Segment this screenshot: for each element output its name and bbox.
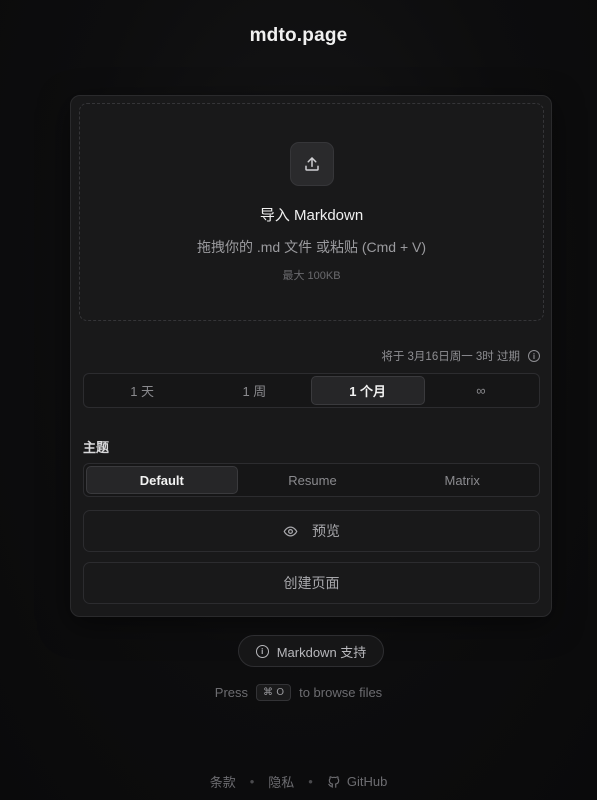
github-label: GitHub — [346, 774, 388, 789]
markdown-dropzone[interactable]: 导入 Markdown 拖拽你的 .md 文件 或粘贴 (Cmd + V) 最大… — [79, 103, 544, 321]
main-card: 导入 Markdown 拖拽你的 .md 文件 或粘贴 (Cmd + V) 最大… — [70, 95, 552, 617]
markdown-support-button[interactable]: i Markdown 支持 — [238, 635, 384, 667]
markdown-support-label: Markdown 支持 — [276, 644, 367, 660]
create-page-label: 创建页面 — [283, 575, 340, 591]
keyboard-shortcut: ⌘ O — [256, 684, 292, 701]
expiry-option-1-week[interactable]: 1 周 — [198, 376, 310, 405]
footer-separator: • — [308, 774, 313, 789]
footer-separator: • — [249, 774, 255, 789]
upload-icon — [304, 157, 319, 171]
footer: 条款 • 隐私 • GitHub — [0, 772, 597, 791]
theme-option-resume[interactable]: Resume — [238, 466, 388, 494]
preview-button[interactable]: 预览 — [83, 510, 540, 552]
dropzone-title: 导入 Markdown — [259, 207, 364, 224]
expiry-option-forever[interactable]: ∞ — [425, 376, 537, 405]
browse-hint: Press ⌘ O to browse files — [0, 684, 597, 701]
info-icon[interactable]: i — [528, 350, 540, 362]
expiry-option-1-day[interactable]: 1 天 — [86, 376, 198, 405]
dropzone-hint: 拖拽你的 .md 文件 或粘贴 (Cmd + V) — [196, 239, 427, 255]
github-link[interactable]: GitHub — [327, 774, 387, 789]
info-icon: i — [255, 644, 269, 658]
theme-option-matrix[interactable]: Matrix — [387, 466, 537, 494]
theme-label: 主题 — [83, 440, 110, 455]
expiry-selector: 1 天 1 周 1 个月 ∞ — [83, 373, 540, 408]
expiry-note: 将于 3月16日周一 3时 过期 i — [381, 348, 540, 364]
dropzone-size-limit: 最大 100KB — [282, 270, 341, 282]
expiry-note-text: 将于 3月16日周一 3时 过期 — [381, 351, 520, 363]
theme-selector: Default Resume Matrix — [83, 463, 540, 497]
browse-hint-prefix: Press — [214, 685, 249, 700]
privacy-link[interactable]: 隐私 — [268, 772, 294, 791]
terms-link[interactable]: 条款 — [210, 772, 236, 791]
expiry-option-1-month[interactable]: 1 个月 — [310, 376, 425, 405]
upload-button[interactable] — [289, 142, 334, 186]
eye-icon — [283, 526, 298, 536]
theme-option-default[interactable]: Default — [86, 466, 238, 494]
brand-title: mdto.page — [249, 25, 348, 46]
create-page-button[interactable]: 创建页面 — [83, 562, 540, 604]
browse-hint-suffix: to browse files — [299, 685, 383, 700]
github-icon — [328, 775, 340, 788]
preview-label: 预览 — [312, 523, 340, 539]
